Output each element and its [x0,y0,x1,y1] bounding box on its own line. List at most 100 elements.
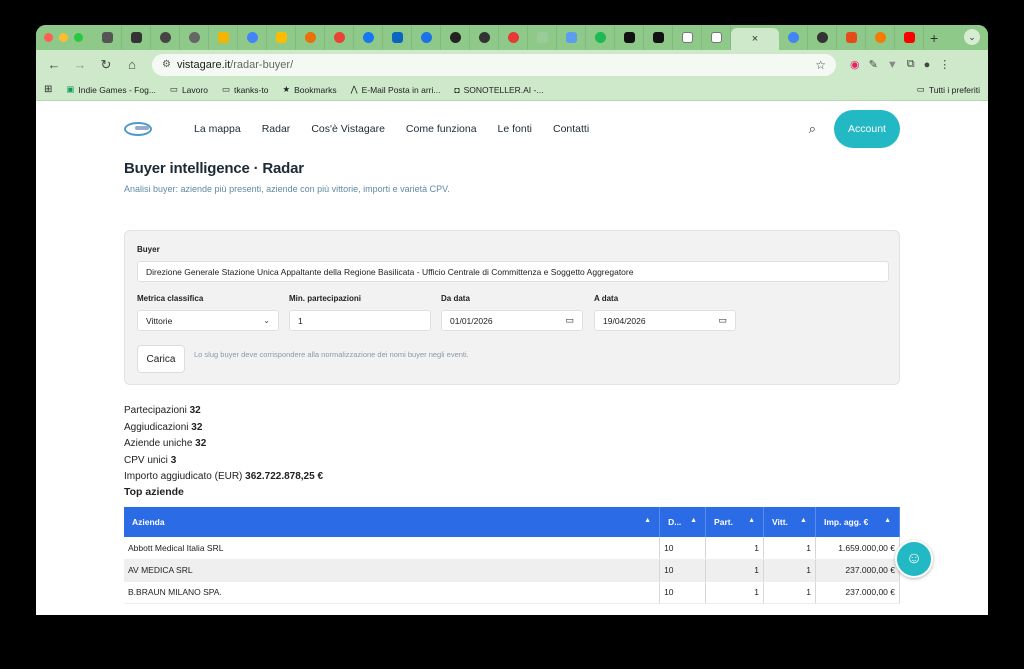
tab[interactable] [122,25,151,50]
nav-link-contatti[interactable]: Contatti [553,123,589,135]
forward-arrow-icon[interactable]: → [70,57,90,72]
column-header-vitt[interactable]: Vitt. ▲ [763,507,816,537]
apps-grid-icon[interactable]: ⊞ [44,84,52,95]
tab-close-icon[interactable]: × [752,33,758,45]
table-row[interactable]: Abbott Medical Italia SRL 10 1 1 1.659.0… [124,537,901,560]
sort-up-icon[interactable]: ▲ [644,517,651,524]
sort-up-icon[interactable]: ▲ [884,517,891,524]
all-bookmarks-item[interactable]: ▭ Tutti i preferiti [917,84,980,95]
cell-azienda: AV MEDICA SRL [124,559,661,582]
bookmark-item[interactable]: ◘ SONOTELLER.AI -... [454,85,543,95]
tab[interactable] [499,25,528,50]
bookmark-item[interactable]: ★ Bookmarks [282,84,336,95]
search-icon[interactable]: ⌕ [809,121,816,137]
nav-link-cose[interactable]: Cos'è Vistagare [311,123,385,135]
menu-kebab-icon[interactable]: ⋮ [939,58,950,71]
support-chat-button[interactable]: ☺ [895,540,933,578]
load-button[interactable]: Carica [137,345,185,373]
bookmark-item[interactable]: ▣ Indie Games - Fog... [66,84,156,95]
tab[interactable] [93,25,122,50]
tab[interactable] [267,25,296,50]
tab[interactable] [615,25,644,50]
vistagare-logo[interactable] [124,122,152,136]
tab[interactable] [644,25,673,50]
active-tab[interactable]: × [731,28,779,50]
tab[interactable] [837,25,866,50]
to-date-value: 19/04/2026 [603,315,646,326]
address-bar[interactable]: ⚙ vistagare.it/radar-buyer/ ☆ [152,53,836,76]
tab[interactable] [470,25,499,50]
tab[interactable] [586,25,615,50]
sort-up-icon[interactable]: ▲ [800,517,807,524]
home-icon[interactable]: ⌂ [122,57,142,72]
tab[interactable] [673,25,702,50]
zoom-window-button[interactable] [74,33,83,42]
from-date-input[interactable]: 01/01/2026 ▭ [441,310,583,331]
tab[interactable] [209,25,238,50]
calendar-icon[interactable]: ▭ [565,315,574,326]
min-participations-input[interactable]: 1 [289,310,431,331]
sheets-icon: ▣ [66,84,75,94]
column-header-imp[interactable]: Imp. agg. € ▲ [815,507,901,537]
tab[interactable] [808,25,837,50]
bookmark-item[interactable]: ▭ Lavoro [170,84,208,95]
to-date-input[interactable]: 19/04/2026 ▭ [594,310,736,331]
tab[interactable] [354,25,383,50]
site-info-icon[interactable]: ⚙ [162,59,171,70]
tab[interactable] [866,25,895,50]
metric-select[interactable]: Vittorie ⌄ [137,310,279,331]
min-participations-label: Min. partecipazioni [289,294,362,303]
profile-avatar-icon[interactable]: ● [924,59,931,71]
nav-link-come-funziona[interactable]: Come funziona [406,123,477,135]
cell-imp: 1.659.000,00 € [815,537,901,560]
extension-icon[interactable]: ▼ [887,59,898,71]
bookmark-item[interactable]: ⋀ E-Mail Posta in arri... [351,84,441,95]
tab[interactable] [296,25,325,50]
sort-up-icon[interactable]: ▲ [690,517,697,524]
tab-search-button[interactable]: ⌄ [964,29,980,45]
column-label: Imp. agg. € [823,517,869,527]
bookmark-star-icon[interactable]: ☆ [815,58,826,72]
tab[interactable] [702,25,731,50]
calendar-icon[interactable]: ▭ [718,315,727,326]
stats-summary: Partecipazioni 32 Aggiudicazioni 32 Azie… [124,403,323,486]
stat-row: Aziende uniche 32 [124,436,323,453]
tab-favicon-icon [449,32,461,43]
column-header-part[interactable]: Part. ▲ [705,507,765,537]
cell-d: 10 [659,537,707,560]
extension-icon[interactable]: ◉ [850,58,860,71]
nav-link-fonti[interactable]: Le fonti [498,123,532,135]
column-label: D... [668,517,682,527]
tab[interactable] [412,25,441,50]
minimize-window-button[interactable] [59,33,68,42]
cell-azienda: B.BRAUN MILANO SPA. [124,581,661,604]
reload-icon[interactable]: ↻ [96,57,116,73]
bookmark-item[interactable]: ▭ tkanks-to [222,84,269,95]
tab[interactable] [441,25,470,50]
table-row[interactable]: B.BRAUN MILANO SPA. 10 1 1 237.000,00 € [124,581,901,604]
tab[interactable] [528,25,557,50]
tab[interactable] [325,25,354,50]
nav-link-radar[interactable]: Radar [262,123,291,135]
account-button[interactable]: Account [834,110,900,148]
tab[interactable] [895,25,924,50]
buyer-input[interactable]: Direzione Generale Stazione Unica Appalt… [137,261,889,282]
tab-favicon-icon [652,32,664,43]
tab[interactable] [180,25,209,50]
column-header-azienda[interactable]: Azienda ▲ [124,507,661,537]
puzzle-icon[interactable]: ⧉ [907,58,915,71]
tab[interactable] [779,25,808,50]
tab[interactable] [383,25,412,50]
back-arrow-icon[interactable]: ← [44,57,64,72]
tab[interactable] [151,25,180,50]
table-row[interactable]: AV MEDICA SRL 10 1 1 237.000,00 € [124,559,901,582]
new-tab-button[interactable]: + [930,30,938,46]
nav-link-mappa[interactable]: La mappa [194,123,241,135]
tab[interactable] [238,25,267,50]
sort-up-icon[interactable]: ▲ [748,517,755,524]
close-window-button[interactable] [44,33,53,42]
pen-icon[interactable]: ✎ [869,58,878,71]
bookmark-label: E-Mail Posta in arri... [361,84,441,95]
tab[interactable] [557,25,586,50]
column-header-d[interactable]: D... ▲ [659,507,707,537]
